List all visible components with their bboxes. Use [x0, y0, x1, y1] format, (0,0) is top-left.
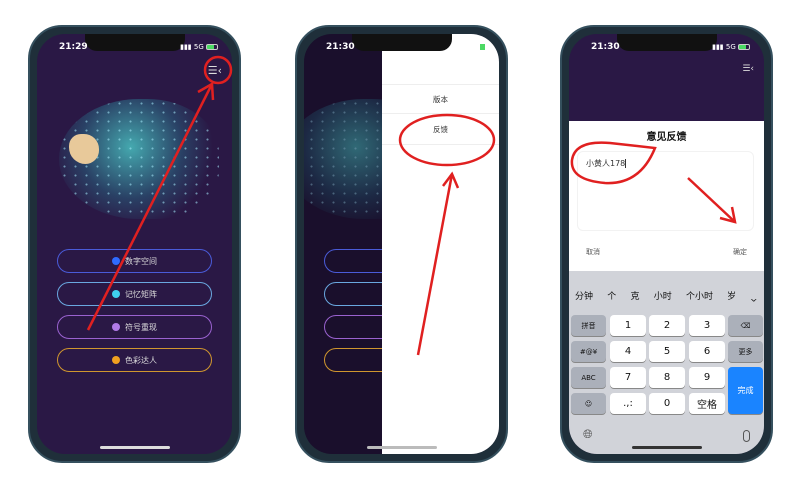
candidate-bar: 分钟 个 克 小时 个小时 岁 ^	[575, 289, 758, 302]
digit-key[interactable]: 7	[610, 367, 646, 388]
button-label: 数字空间	[125, 256, 157, 266]
redaction-patch	[69, 134, 99, 164]
dot-icon	[112, 323, 120, 331]
feedback-input[interactable]: 小黄人178	[577, 151, 754, 231]
digit-key[interactable]: 5	[649, 341, 685, 362]
network-label: 5G	[725, 43, 736, 51]
candidate[interactable]: 小时	[654, 289, 672, 302]
candidate[interactable]: 个小时	[686, 289, 713, 302]
status-bar: ▮▮▮ 5G	[180, 43, 218, 51]
drawer-screen: 21:30 版本 反馈	[304, 34, 499, 454]
menu-collapse-icon[interactable]: ☰‹	[208, 64, 222, 77]
candidate[interactable]: 克	[630, 289, 639, 302]
home-indicator	[366, 446, 437, 449]
digit-key[interactable]: 空格	[689, 393, 725, 414]
item-label: 版本	[433, 94, 448, 104]
notch	[616, 34, 717, 51]
digit-key[interactable]: .,:	[610, 393, 646, 414]
dot-icon	[112, 290, 120, 298]
mode-button-symbol-recall[interactable]: 符号重现	[57, 315, 212, 339]
battery-icon	[480, 44, 485, 50]
more-key[interactable]: 更多	[728, 341, 763, 362]
dot-icon	[112, 356, 120, 364]
keyboard: 分钟 个 克 小时 个小时 岁 ^ 拼音 1 2 3 #@¥ 4 5 6 ABC 7 8 9 ☺.,: 0…	[569, 271, 764, 454]
cancel-button[interactable]: 取消	[586, 247, 600, 257]
notch	[84, 34, 185, 51]
key-left-0[interactable]: 拼音	[571, 315, 606, 336]
microphone-icon[interactable]	[743, 430, 750, 442]
candidate[interactable]: 分钟	[575, 289, 593, 302]
status-time: 21:30	[326, 42, 355, 52]
network-label: 5G	[193, 43, 204, 51]
menu-collapse-icon[interactable]: ☰‹	[742, 64, 754, 74]
candidate[interactable]: 个	[607, 289, 616, 302]
confirm-button[interactable]: 确定	[733, 247, 747, 257]
battery-icon	[206, 44, 218, 50]
digit-key[interactable]: 4	[610, 341, 646, 362]
digit-key[interactable]: 0	[649, 393, 685, 414]
feedback-dialog: 意见反馈 小黄人178 取消 确定	[569, 121, 764, 271]
item-label: 反馈	[433, 125, 448, 134]
drawer-item-version[interactable]: 版本	[382, 84, 499, 114]
dialog-title: 意见反馈	[646, 132, 687, 143]
key-left-3[interactable]: ☺	[571, 393, 606, 414]
button-label: 色彩达人	[125, 355, 157, 365]
status-time: 21:30	[591, 42, 620, 52]
dot-icon	[112, 257, 120, 265]
digit-key[interactable]: 6	[689, 341, 725, 362]
mode-button-color-master[interactable]: 色彩达人	[57, 348, 212, 372]
key-left-2[interactable]: ABC	[571, 367, 606, 388]
input-value: 小黄人178	[586, 159, 626, 168]
digit-key[interactable]: 3	[689, 315, 725, 336]
home-screen: 21:29 ▮▮▮ 5G ☰‹ 数字空间 记忆矩阵 符号重现 色彩达人	[37, 34, 232, 454]
side-drawer: 版本 反馈	[382, 34, 499, 454]
key-left-1[interactable]: #@¥	[571, 341, 606, 362]
globe-icon[interactable]: 🌐︎	[583, 427, 593, 442]
mode-button-memory-matrix[interactable]: 记忆矩阵	[57, 282, 212, 306]
expand-candidates-icon[interactable]: ^	[750, 289, 758, 302]
digit-key[interactable]: 8	[649, 367, 685, 388]
status-time: 21:29	[59, 42, 88, 52]
button-label: 记忆矩阵	[125, 289, 157, 299]
candidate[interactable]: 岁	[727, 289, 736, 302]
digit-key[interactable]: 2	[649, 315, 685, 336]
digit-key[interactable]: 9	[689, 367, 725, 388]
button-label: 符号重现	[125, 322, 157, 332]
done-key[interactable]: 完成	[728, 367, 763, 414]
status-bar: ▮▮▮ 5G	[712, 43, 750, 51]
digit-key[interactable]: 1	[610, 315, 646, 336]
home-indicator	[99, 446, 170, 449]
phone-feedback-screen: 21:30 ▮▮▮ 5G ☰‹ 意见反馈 小黄人178 取消 确定 分钟 个 克…	[560, 25, 773, 463]
mode-button-digital-space[interactable]: 数字空间	[57, 249, 212, 273]
drawer-item-feedback[interactable]: 反馈	[382, 115, 499, 145]
backspace-key[interactable]: ⌫	[728, 315, 763, 336]
phone-drawer-screen: 21:30 版本 反馈	[295, 25, 508, 463]
home-indicator	[631, 446, 702, 449]
text-caret	[625, 159, 627, 168]
notch	[351, 34, 452, 51]
battery-icon	[738, 44, 750, 50]
feedback-screen: 21:30 ▮▮▮ 5G ☰‹ 意见反馈 小黄人178 取消 确定 分钟 个 克…	[569, 34, 764, 454]
phone-home-screen: 21:29 ▮▮▮ 5G ☰‹ 数字空间 记忆矩阵 符号重现 色彩达人	[28, 25, 241, 463]
